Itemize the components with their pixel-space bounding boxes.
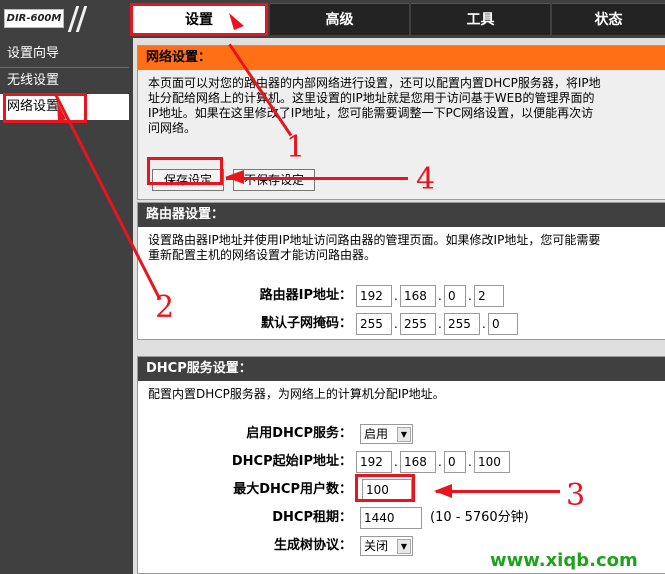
arrowhead-icon: [57, 101, 66, 122]
watermark: www.xiqb.com: [490, 550, 638, 571]
annotation-number-4: 4: [416, 162, 436, 197]
arrowhead-icon: [434, 484, 452, 498]
annotation-number-2: 2: [155, 290, 175, 325]
annotation-number-3: 3: [566, 478, 586, 513]
arrowhead-icon: [229, 13, 244, 30]
annotation-number-1: 1: [286, 130, 306, 165]
arrowhead-icon: [225, 170, 244, 184]
